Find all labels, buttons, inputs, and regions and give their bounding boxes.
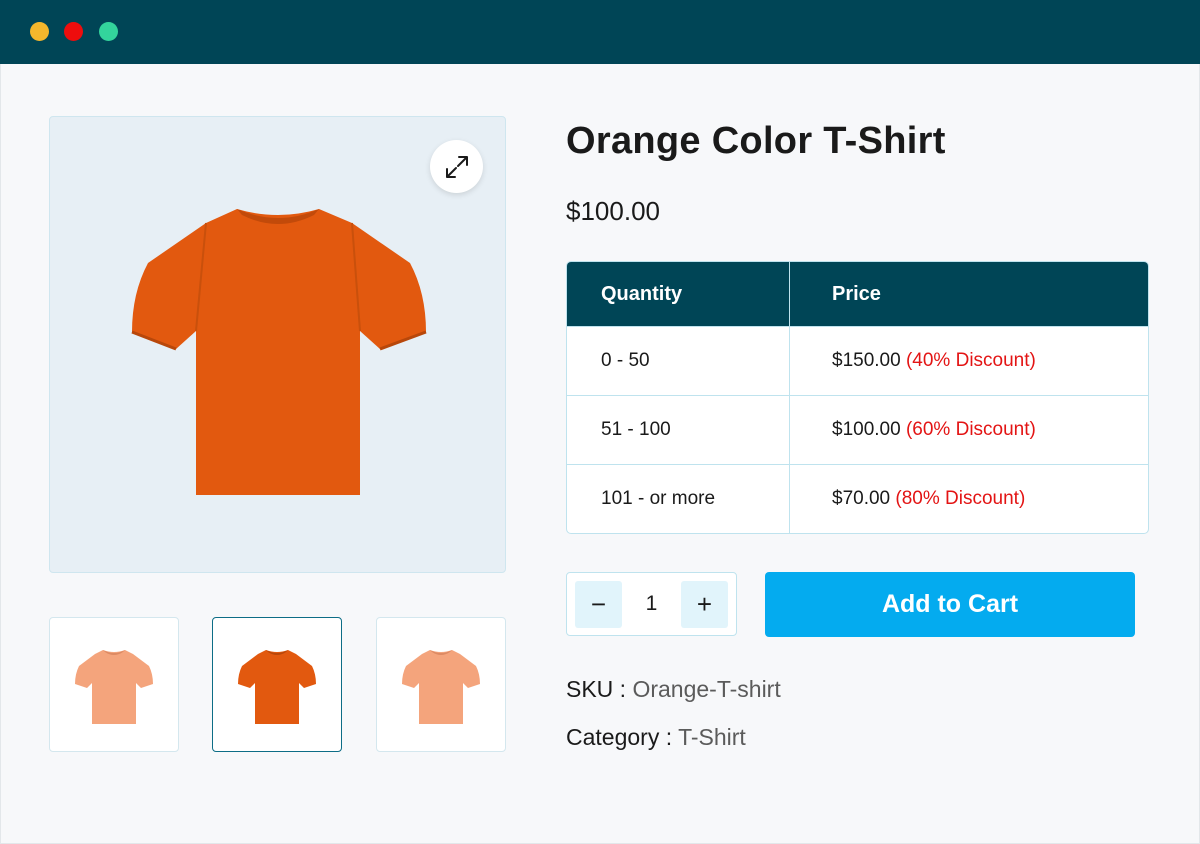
- product-title: Orange Color T-Shirt: [566, 120, 946, 162]
- expand-icon: [445, 155, 468, 178]
- window-close-button[interactable]: [64, 22, 83, 41]
- row-price: $100.00 (60% Discount): [832, 396, 1036, 464]
- tiered-pricing-table: Quantity Price 0 - 50 $150.00 (40% Disco…: [566, 261, 1149, 534]
- thumbnail-3[interactable]: [376, 617, 506, 752]
- peach-tshirt-icon: [402, 649, 480, 724]
- row-price-value: $100.00: [832, 419, 901, 440]
- thumbnail-2[interactable]: [212, 617, 342, 752]
- row-price-value: $150.00: [832, 350, 901, 371]
- quantity-increase-button[interactable]: +: [681, 581, 728, 628]
- add-to-cart-button[interactable]: Add to Cart: [765, 572, 1135, 637]
- window-minimize-button[interactable]: [30, 22, 49, 41]
- window-titlebar: [0, 0, 1200, 64]
- expand-image-button[interactable]: [430, 140, 483, 193]
- quantity-decrease-button[interactable]: −: [575, 581, 622, 628]
- column-header-quantity: Quantity: [601, 283, 683, 305]
- row-discount: (60% Discount): [905, 419, 1036, 440]
- table-header: Quantity Price: [567, 262, 1148, 326]
- sku-line: SKU : Orange-T-shirt: [566, 676, 781, 703]
- sku-value: Orange-T-shirt: [632, 676, 781, 702]
- category-label: Category :: [566, 724, 673, 750]
- row-quantity: 0 - 50: [601, 350, 650, 371]
- table-row: 101 - or more $70.00 (80% Discount): [567, 464, 1148, 533]
- product-price: $100.00: [566, 196, 660, 226]
- table-row: 0 - 50 $150.00 (40% Discount): [567, 326, 1148, 396]
- thumbnail-1[interactable]: [49, 617, 179, 752]
- quantity-stepper: − +: [566, 572, 737, 636]
- row-quantity: 101 - or more: [601, 488, 716, 509]
- table-row: 51 - 100 $100.00 (60% Discount): [567, 395, 1148, 465]
- row-discount: (80% Discount): [895, 488, 1026, 509]
- row-price: $70.00 (80% Discount): [832, 465, 1025, 533]
- category-line: Category : T-Shirt: [566, 724, 746, 751]
- row-price-value: $70.00: [832, 488, 891, 509]
- row-price: $150.00 (40% Discount): [832, 327, 1036, 395]
- row-discount: (40% Discount): [905, 350, 1036, 371]
- sku-label: SKU :: [566, 676, 627, 702]
- column-divider: [789, 262, 790, 533]
- category-value[interactable]: T-Shirt: [678, 724, 746, 750]
- orange-tshirt-icon: [238, 649, 316, 724]
- peach-tshirt-icon: [75, 649, 153, 724]
- column-header-price: Price: [832, 283, 881, 305]
- quantity-input[interactable]: [622, 573, 681, 634]
- window-maximize-button[interactable]: [99, 22, 118, 41]
- row-quantity: 51 - 100: [601, 419, 671, 440]
